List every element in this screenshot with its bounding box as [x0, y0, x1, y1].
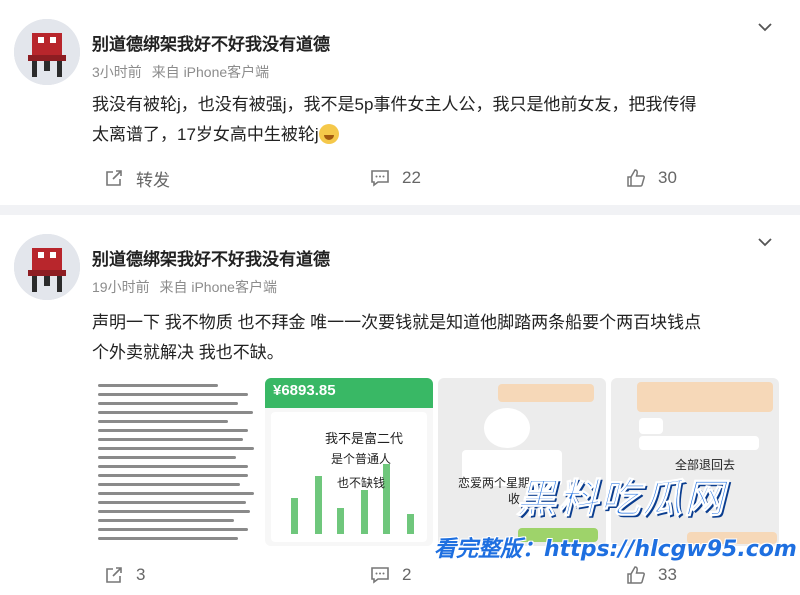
comment-button[interactable]: 22 [370, 158, 421, 198]
post-source: 来自 iPhone客户端 [151, 64, 270, 80]
overlay-text: 也不缺钱 [337, 476, 386, 490]
overlay-text: 是个普通人 [331, 452, 392, 466]
post-meta: 19小时前 来自 iPhone客户端 [92, 277, 277, 297]
post-text-line: 我没有被轮j，也没有被强j，我不是5p事件女主人公，我只是他前女友，把我传得 [92, 95, 697, 114]
post-time[interactable]: 19小时前 [92, 279, 150, 295]
post-image-text-screenshot[interactable] [92, 378, 260, 546]
repost-button[interactable]: 转发 [104, 158, 170, 198]
like-count: 30 [658, 168, 677, 187]
post-text: 我没有被轮j，也没有被强j，我不是5p事件女主人公，我只是他前女友，把我传得 太… [92, 90, 782, 150]
post-text-line: 个外卖就解决 我也不缺。 [92, 343, 284, 362]
author-name[interactable]: 别道德绑架我好不好我没有道德 [92, 30, 330, 55]
post-meta: 3小时前 来自 iPhone客户端 [92, 62, 269, 82]
watermark-line: 看完整版：https://hlcgw95.com [434, 537, 797, 562]
repost-count: 3 [136, 565, 146, 584]
chevron-down-icon[interactable] [756, 233, 774, 251]
comment-icon [371, 170, 389, 187]
like-count: 33 [658, 565, 677, 584]
comment-count: 22 [402, 168, 421, 187]
share-icon [106, 567, 122, 583]
post-source: 来自 iPhone客户端 [159, 279, 277, 295]
laugh-cry-emoji-icon [318, 124, 339, 144]
comment-button[interactable]: 2 [370, 555, 411, 595]
post-text: 声明一下 我不物质 也不拜金 唯一一次要钱就是知道他脚踏两条船要个两百块钱点 个… [92, 308, 782, 368]
weibo-post-1: 别道德绑架我好不好我没有道德 3小时前 来自 iPhone客户端 我没有被轮j，… [0, 0, 800, 205]
chevron-down-icon[interactable] [756, 18, 774, 36]
repost-label: 转发 [136, 170, 170, 190]
post-divider [0, 205, 800, 215]
like-button[interactable]: 30 [626, 158, 677, 198]
post-text-line: 太离谱了，17岁女高中生被轮j [92, 125, 319, 144]
comment-count: 2 [402, 565, 412, 584]
payment-amount: ¥6893.85 [265, 378, 433, 408]
avatar[interactable] [14, 19, 80, 85]
thumbs-up-icon [627, 566, 645, 584]
overlay-text: 我不是富二代 [325, 431, 404, 446]
post-text-line: 声明一下 我不物质 也不拜金 唯一一次要钱就是知道他脚踏两条船要个两百块钱点 [92, 313, 702, 332]
thumbs-up-icon [627, 169, 645, 187]
post-image-payment-screenshot[interactable]: ¥6893.85 我不是富二代 是个普通人 也不缺钱 [265, 378, 433, 546]
comment-icon [371, 567, 389, 584]
action-bar: 转发 22 30 [0, 158, 800, 198]
repost-button[interactable]: 3 [104, 555, 145, 595]
share-icon [106, 170, 122, 186]
post-time[interactable]: 3小时前 [92, 64, 142, 80]
avatar[interactable] [14, 234, 80, 300]
watermark-title: 黑料吃瓜网 [516, 476, 726, 523]
author-name[interactable]: 别道德绑架我好不好我没有道德 [92, 245, 330, 270]
